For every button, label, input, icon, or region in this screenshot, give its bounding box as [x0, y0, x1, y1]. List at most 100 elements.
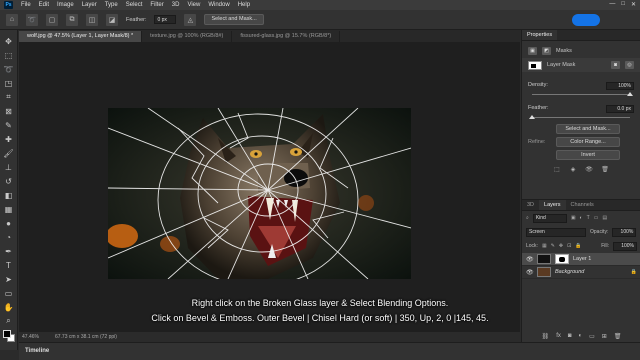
- tab-3d[interactable]: 3D: [522, 200, 539, 210]
- new-selection-icon[interactable]: ▢: [46, 13, 58, 26]
- visibility-icon[interactable]: 👁: [585, 166, 593, 173]
- vector-mask-icon[interactable]: ◩: [542, 47, 551, 55]
- menu-type[interactable]: Type: [105, 2, 118, 8]
- eraser-tool-icon[interactable]: ◧: [3, 190, 15, 200]
- smart-object-filter-icon[interactable]: ▤: [602, 215, 607, 221]
- load-selection-icon[interactable]: ⬚: [553, 166, 561, 173]
- intersect-selection-icon[interactable]: ◪: [106, 13, 118, 26]
- layer-row[interactable]: 👁 Layer 1: [522, 253, 640, 266]
- menu-window[interactable]: Window: [208, 2, 229, 8]
- frame-tool-icon[interactable]: ⊠: [3, 106, 15, 116]
- tab-layers[interactable]: Layers: [539, 200, 566, 210]
- apply-mask-icon[interactable]: ◈: [569, 166, 577, 173]
- opacity-input[interactable]: 100%: [612, 227, 637, 237]
- layer-row[interactable]: 👁 Background 🔒: [522, 266, 640, 279]
- adjustment-filter-icon[interactable]: ◐: [580, 215, 583, 221]
- visibility-eye-icon[interactable]: 👁: [526, 256, 534, 263]
- menu-view[interactable]: View: [187, 2, 200, 8]
- pen-tool-icon[interactable]: ✒: [3, 246, 15, 256]
- add-pixel-mask-icon[interactable]: ◙: [611, 61, 620, 69]
- pixel-filter-icon[interactable]: ▣: [571, 215, 576, 221]
- lock-pixels-icon[interactable]: ▦: [542, 243, 547, 249]
- home-icon[interactable]: ⌂: [6, 13, 18, 26]
- timeline-panel[interactable]: Timeline: [19, 342, 640, 360]
- feather-slider[interactable]: [529, 115, 630, 119]
- crop-tool-icon[interactable]: ⌗: [3, 92, 15, 102]
- layer-mask-row[interactable]: Layer Mask ◙ ◎: [522, 58, 640, 72]
- density-input[interactable]: 100%: [606, 82, 634, 90]
- link-layers-icon[interactable]: ⛓: [542, 333, 550, 340]
- tab-fissured-glass[interactable]: fissured-glass.jpg @ 15.7% (RGB/8*): [232, 31, 341, 42]
- minimize-button[interactable]: —: [609, 1, 615, 8]
- visibility-eye-icon[interactable]: 👁: [526, 269, 534, 276]
- delete-layer-icon[interactable]: 🗑: [614, 333, 622, 340]
- dodge-tool-icon[interactable]: ◔: [3, 232, 15, 242]
- density-slider-thumb[interactable]: [627, 92, 633, 96]
- trash-icon[interactable]: 🗑: [601, 166, 609, 173]
- pixel-mask-icon[interactable]: ▣: [528, 47, 537, 55]
- add-mask-icon[interactable]: ◙: [568, 333, 572, 340]
- healing-brush-icon[interactable]: ✚: [3, 134, 15, 144]
- tab-wolf[interactable]: wolf.jpg @ 47.5% (Layer 1, Layer Mask/8)…: [19, 31, 143, 42]
- marquee-tool-icon[interactable]: ⬚: [3, 50, 15, 60]
- shape-filter-icon[interactable]: ▭: [594, 215, 599, 221]
- subtract-selection-icon[interactable]: ◫: [86, 13, 98, 26]
- select-and-mask-button[interactable]: Select and Mask...: [204, 14, 264, 25]
- menu-3d[interactable]: 3D: [172, 2, 180, 8]
- layer-name[interactable]: Background: [555, 269, 584, 275]
- density-slider[interactable]: [532, 92, 633, 96]
- anti-alias-icon[interactable]: ◬: [184, 13, 197, 26]
- object-select-icon[interactable]: ◳: [3, 78, 15, 88]
- menu-select[interactable]: Select: [126, 2, 143, 8]
- menu-help[interactable]: Help: [238, 2, 250, 8]
- zoom-level[interactable]: 47.46%: [22, 334, 39, 340]
- shape-tool-icon[interactable]: ▭: [3, 288, 15, 298]
- lasso-tool-icon[interactable]: ➰: [26, 13, 38, 26]
- share-button[interactable]: [572, 14, 600, 26]
- add-vector-mask-icon[interactable]: ◎: [625, 61, 634, 69]
- timeline-label[interactable]: Timeline: [25, 348, 49, 354]
- clone-stamp-icon[interactable]: ⊥: [3, 162, 15, 172]
- layer-thumbnail[interactable]: [537, 267, 551, 277]
- lock-all-icon[interactable]: 🔒: [575, 243, 581, 249]
- blend-mode-select[interactable]: Screen: [526, 227, 586, 237]
- feather-input-panel[interactable]: 0.0 px: [606, 105, 634, 113]
- path-select-icon[interactable]: ➤: [3, 274, 15, 284]
- canvas-area[interactable]: [19, 42, 520, 332]
- lock-artboard-icon[interactable]: ⊡: [567, 243, 571, 249]
- layer-mask-thumbnail[interactable]: [528, 60, 542, 70]
- color-range-button[interactable]: Color Range...: [556, 137, 620, 147]
- fx-icon[interactable]: fx: [556, 333, 561, 340]
- feather-input[interactable]: 0 px: [154, 15, 177, 24]
- brush-tool-icon[interactable]: 🖌: [3, 148, 15, 158]
- layer-name[interactable]: Layer 1: [573, 256, 591, 262]
- invert-button[interactable]: Invert: [556, 150, 620, 160]
- maximize-button[interactable]: □: [621, 1, 625, 8]
- lasso-tool-icon[interactable]: ➰: [3, 64, 15, 74]
- menu-filter[interactable]: Filter: [150, 2, 163, 8]
- document-canvas[interactable]: [108, 108, 411, 279]
- adjustment-layer-icon[interactable]: ◐: [578, 333, 582, 340]
- menu-file[interactable]: File: [21, 2, 31, 8]
- gradient-tool-icon[interactable]: ▦: [3, 204, 15, 214]
- type-filter-icon[interactable]: T: [587, 215, 590, 221]
- layer-thumbnail[interactable]: [537, 254, 551, 264]
- select-and-mask-panel-button[interactable]: Select and Mask...: [556, 124, 620, 134]
- group-icon[interactable]: ▭: [589, 333, 595, 340]
- history-brush-icon[interactable]: ↺: [3, 176, 15, 186]
- kind-filter-select[interactable]: Kind: [532, 213, 567, 223]
- eyedropper-tool-icon[interactable]: ✎: [3, 120, 15, 130]
- layer-mask-thumb[interactable]: [555, 254, 569, 264]
- add-selection-icon[interactable]: ⧉: [66, 13, 78, 26]
- feather-slider-thumb[interactable]: [529, 115, 535, 119]
- tab-texture[interactable]: texture.jpg @ 100% (RGB/8#): [142, 31, 233, 42]
- tab-properties[interactable]: Properties: [522, 30, 558, 40]
- move-tool-icon[interactable]: ✥: [3, 36, 15, 46]
- menu-edit[interactable]: Edit: [39, 2, 49, 8]
- tab-channels[interactable]: Channels: [566, 200, 599, 210]
- new-layer-icon[interactable]: ⊞: [602, 333, 607, 340]
- close-button[interactable]: ✕: [631, 1, 636, 8]
- lock-paint-icon[interactable]: ✎: [551, 243, 555, 249]
- menu-layer[interactable]: Layer: [82, 2, 97, 8]
- foreground-color-swatch[interactable]: [3, 330, 11, 338]
